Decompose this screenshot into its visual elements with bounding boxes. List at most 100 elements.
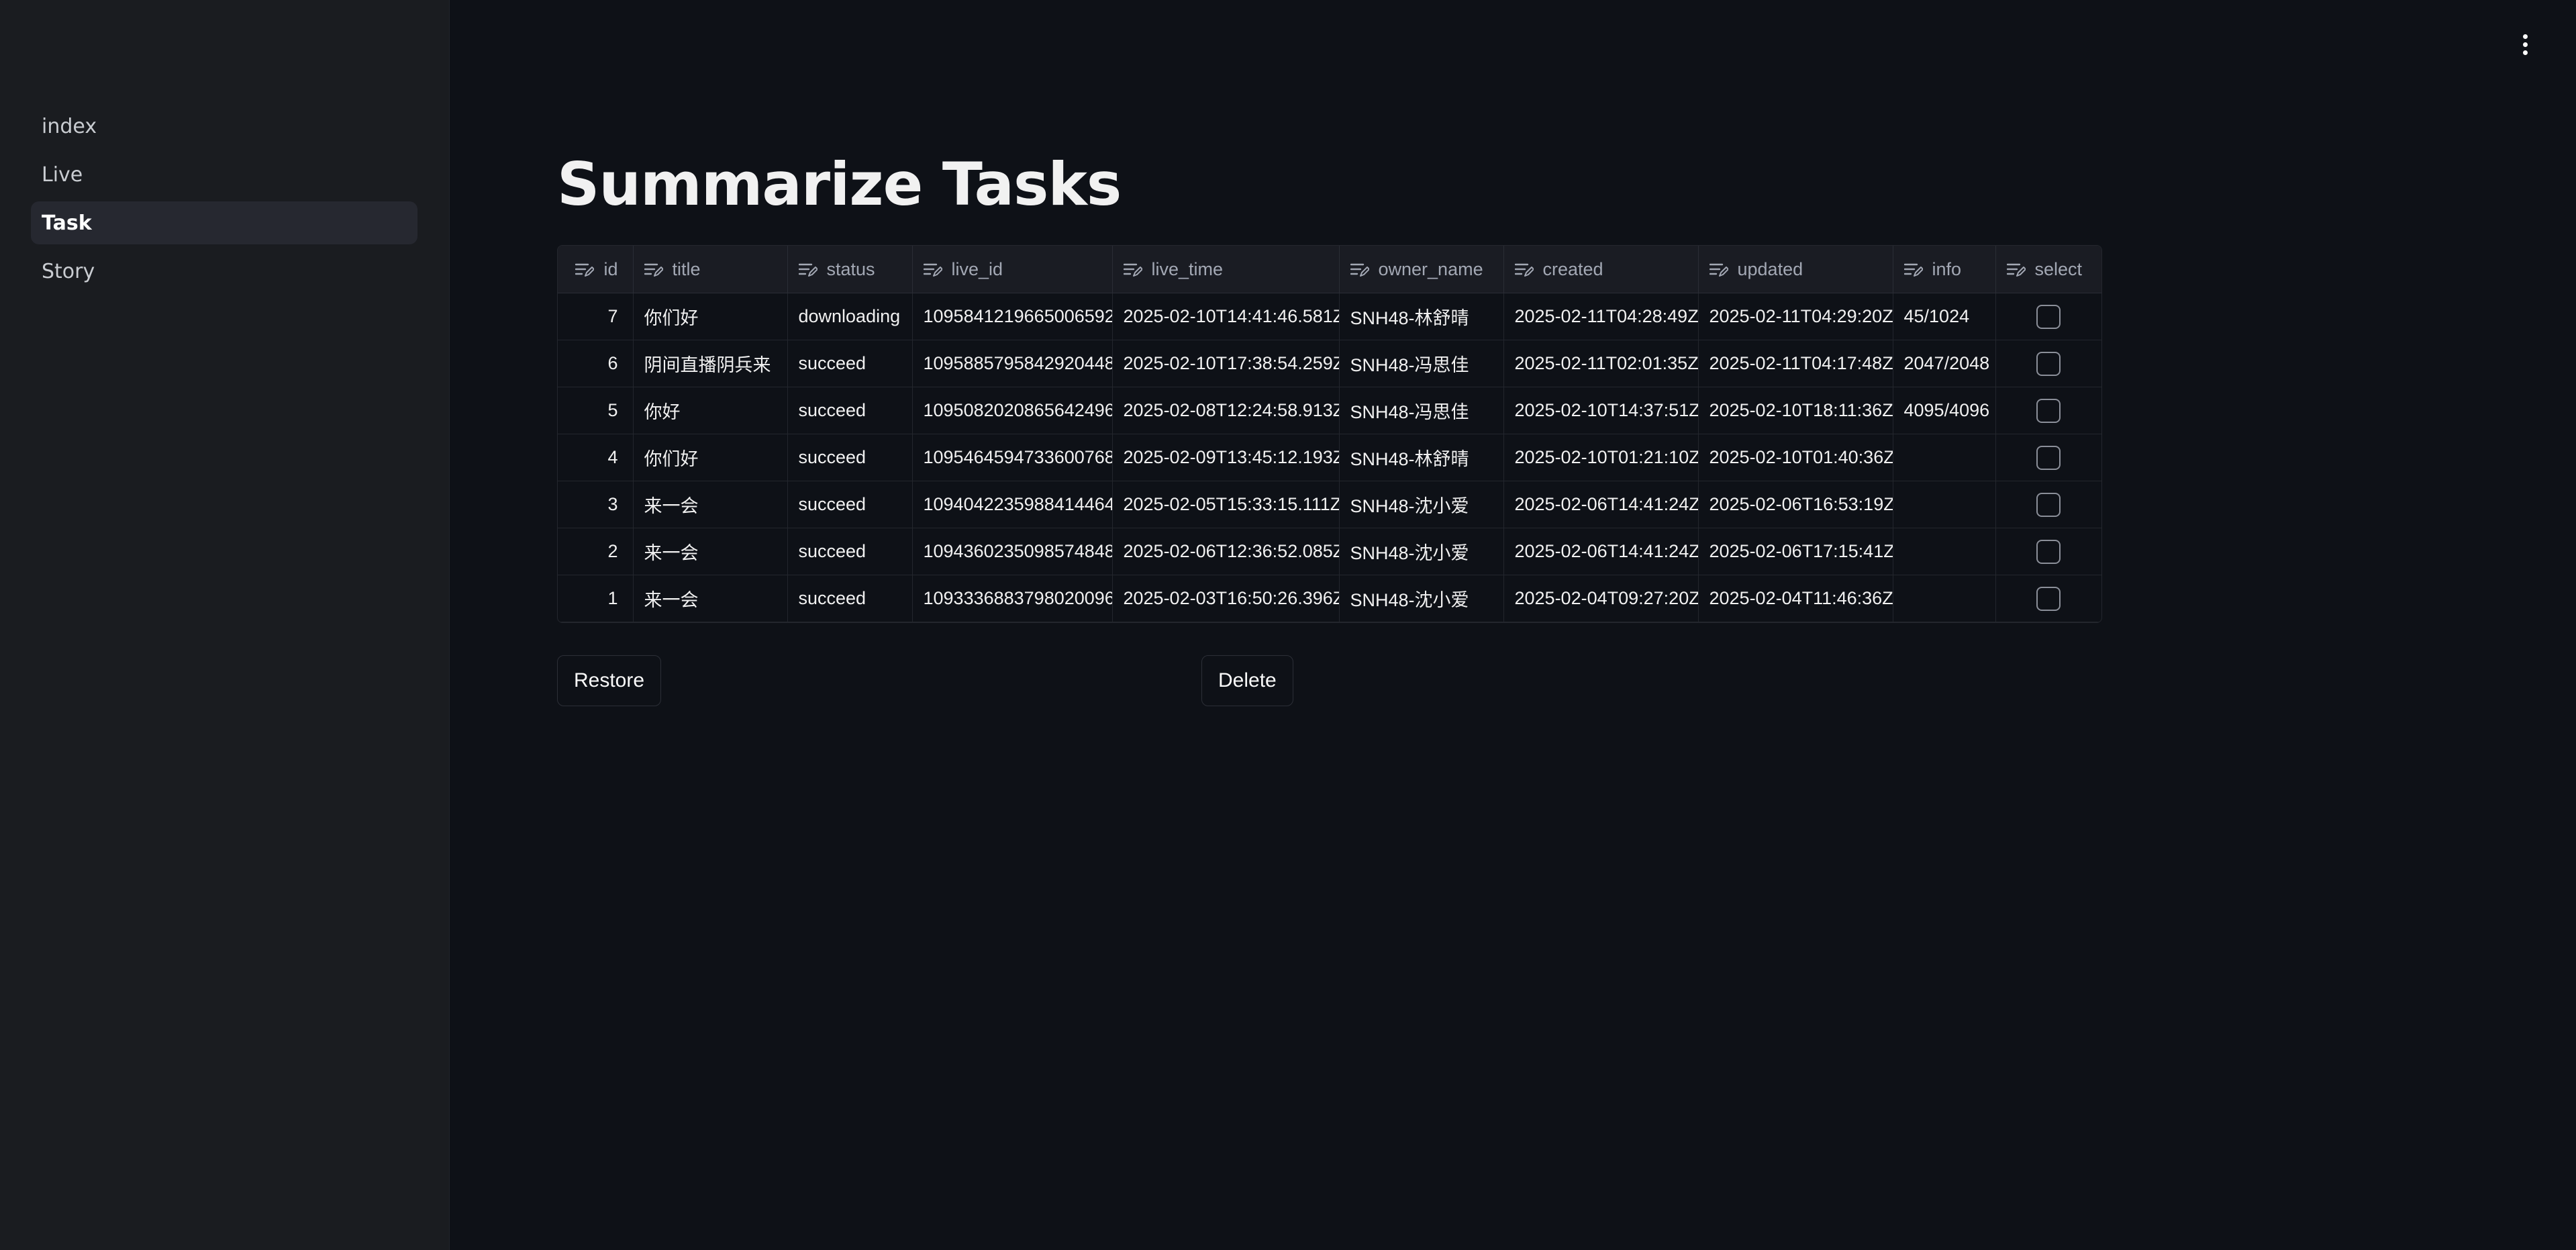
cell-info[interactable]: 2047/2048 xyxy=(1893,340,1996,387)
cell-info[interactable] xyxy=(1893,528,1996,575)
cell-id[interactable]: 4 xyxy=(558,434,634,481)
cell-owner-name[interactable]: SNH48-林舒晴 xyxy=(1339,434,1504,481)
select-checkbox[interactable] xyxy=(2036,539,2061,564)
cell-id[interactable]: 2 xyxy=(558,528,634,575)
cell-select[interactable] xyxy=(1995,528,2101,575)
page-title: Summarize Tasks xyxy=(557,150,1122,219)
column-header-live-time[interactable]: live_time xyxy=(1112,246,1340,293)
cell-created[interactable]: 2025-02-11T04:28:49Z xyxy=(1503,293,1699,340)
delete-button[interactable]: Delete xyxy=(1201,655,1293,706)
cell-status[interactable]: succeed xyxy=(787,575,913,622)
cell-live-id[interactable]: 1095841219665006592 xyxy=(912,293,1113,340)
cell-id[interactable]: 5 xyxy=(558,387,634,434)
text-column-icon xyxy=(923,264,942,277)
select-checkbox[interactable] xyxy=(2036,492,2061,517)
column-header-label: status xyxy=(826,258,875,279)
cell-title[interactable]: 你好 xyxy=(633,387,788,434)
cell-owner-name[interactable]: SNH48-冯思佳 xyxy=(1339,387,1504,434)
cell-select[interactable] xyxy=(1995,340,2101,387)
cell-select[interactable] xyxy=(1995,575,2101,622)
cell-updated[interactable]: 2025-02-11T04:29:20Z xyxy=(1698,293,1893,340)
cell-select[interactable] xyxy=(1995,293,2101,340)
sidebar-item-live[interactable]: Live xyxy=(31,153,417,196)
cell-owner-name[interactable]: SNH48-沈小爱 xyxy=(1339,528,1504,575)
cell-updated[interactable]: 2025-02-06T17:15:41Z xyxy=(1698,528,1893,575)
cell-created[interactable]: 2025-02-04T09:27:20Z xyxy=(1503,575,1699,622)
cell-select[interactable] xyxy=(1995,481,2101,528)
cell-status[interactable]: succeed xyxy=(787,387,913,434)
sidebar-item-task[interactable]: Task xyxy=(31,201,417,244)
select-checkbox[interactable] xyxy=(2036,445,2061,470)
cell-live-id[interactable]: 1094360235098574848 xyxy=(912,528,1113,575)
cell-id[interactable]: 7 xyxy=(558,293,634,340)
cell-updated[interactable]: 2025-02-10T18:11:36Z xyxy=(1698,387,1893,434)
cell-live-id[interactable]: 1093336883798020096 xyxy=(912,575,1113,622)
cell-select[interactable] xyxy=(1995,387,2101,434)
main-menu-button[interactable] xyxy=(2512,30,2538,59)
cell-owner-name[interactable]: SNH48-沈小爱 xyxy=(1339,481,1504,528)
cell-title[interactable]: 你们好 xyxy=(633,293,788,340)
cell-title[interactable]: 来一会 xyxy=(633,481,788,528)
sidebar-item-label: Live xyxy=(42,162,83,187)
cell-owner-name[interactable]: SNH48-沈小爱 xyxy=(1339,575,1504,622)
cell-title[interactable]: 你们好 xyxy=(633,434,788,481)
cell-live-time[interactable]: 2025-02-05T15:33:15.111Z xyxy=(1112,481,1340,528)
cell-live-time[interactable]: 2025-02-03T16:50:26.396Z xyxy=(1112,575,1340,622)
cell-live-time[interactable]: 2025-02-06T12:36:52.085Z xyxy=(1112,528,1340,575)
cell-info[interactable] xyxy=(1893,481,1996,528)
column-header-live-id[interactable]: live_id xyxy=(912,246,1113,293)
cell-created[interactable]: 2025-02-10T14:37:51Z xyxy=(1503,387,1699,434)
column-header-select[interactable]: select xyxy=(1995,246,2101,293)
sidebar: index Live Task Story xyxy=(0,0,450,1250)
select-checkbox[interactable] xyxy=(2036,586,2061,611)
select-checkbox[interactable] xyxy=(2036,398,2061,423)
cell-live-id[interactable]: 1095082020865642496 xyxy=(912,387,1113,434)
column-header-id[interactable]: id xyxy=(558,246,634,293)
cell-status[interactable]: succeed xyxy=(787,528,913,575)
cell-status[interactable]: succeed xyxy=(787,340,913,387)
table-row: 5 你好 succeed 1095082020865642496 2025-02… xyxy=(558,387,2101,434)
cell-status[interactable]: succeed xyxy=(787,434,913,481)
column-header-status[interactable]: status xyxy=(787,246,913,293)
restore-button[interactable]: Restore xyxy=(557,655,662,706)
cell-live-time[interactable]: 2025-02-09T13:45:12.193Z xyxy=(1112,434,1340,481)
cell-updated[interactable]: 2025-02-06T16:53:19Z xyxy=(1698,481,1893,528)
select-checkbox[interactable] xyxy=(2036,304,2061,329)
column-header-info[interactable]: info xyxy=(1893,246,1996,293)
column-header-owner-name[interactable]: owner_name xyxy=(1339,246,1504,293)
sidebar-item-story[interactable]: Story xyxy=(31,250,417,293)
column-header-title[interactable]: title xyxy=(633,246,788,293)
cell-info[interactable] xyxy=(1893,434,1996,481)
column-header-created[interactable]: created xyxy=(1503,246,1699,293)
cell-id[interactable]: 6 xyxy=(558,340,634,387)
cell-updated[interactable]: 2025-02-04T11:46:36Z xyxy=(1698,575,1893,622)
cell-title[interactable]: 来一会 xyxy=(633,575,788,622)
cell-updated[interactable]: 2025-02-10T01:40:36Z xyxy=(1698,434,1893,481)
cell-owner-name[interactable]: SNH48-冯思佳 xyxy=(1339,340,1504,387)
cell-info[interactable]: 4095/4096 xyxy=(1893,387,1996,434)
cell-live-id[interactable]: 1095464594733600768 xyxy=(912,434,1113,481)
cell-title[interactable]: 阴间直播阴兵来 xyxy=(633,340,788,387)
cell-live-time[interactable]: 2025-02-10T14:41:46.581Z xyxy=(1112,293,1340,340)
cell-status[interactable]: downloading xyxy=(787,293,913,340)
cell-info[interactable] xyxy=(1893,575,1996,622)
cell-live-time[interactable]: 2025-02-10T17:38:54.259Z xyxy=(1112,340,1340,387)
cell-owner-name[interactable]: SNH48-林舒晴 xyxy=(1339,293,1504,340)
cell-live-id[interactable]: 1095885795842920448 xyxy=(912,340,1113,387)
select-checkbox[interactable] xyxy=(2036,351,2061,376)
cell-id[interactable]: 3 xyxy=(558,481,634,528)
cell-created[interactable]: 2025-02-06T14:41:24Z xyxy=(1503,528,1699,575)
cell-status[interactable]: succeed xyxy=(787,481,913,528)
cell-live-id[interactable]: 1094042235988414464 xyxy=(912,481,1113,528)
cell-id[interactable]: 1 xyxy=(558,575,634,622)
column-header-updated[interactable]: updated xyxy=(1698,246,1893,293)
cell-created[interactable]: 2025-02-06T14:41:24Z xyxy=(1503,481,1699,528)
cell-live-time[interactable]: 2025-02-08T12:24:58.913Z xyxy=(1112,387,1340,434)
cell-created[interactable]: 2025-02-11T02:01:35Z xyxy=(1503,340,1699,387)
cell-created[interactable]: 2025-02-10T01:21:10Z xyxy=(1503,434,1699,481)
sidebar-item-index[interactable]: index xyxy=(31,105,417,148)
cell-updated[interactable]: 2025-02-11T04:17:48Z xyxy=(1698,340,1893,387)
cell-info[interactable]: 45/1024 xyxy=(1893,293,1996,340)
cell-select[interactable] xyxy=(1995,434,2101,481)
cell-title[interactable]: 来一会 xyxy=(633,528,788,575)
